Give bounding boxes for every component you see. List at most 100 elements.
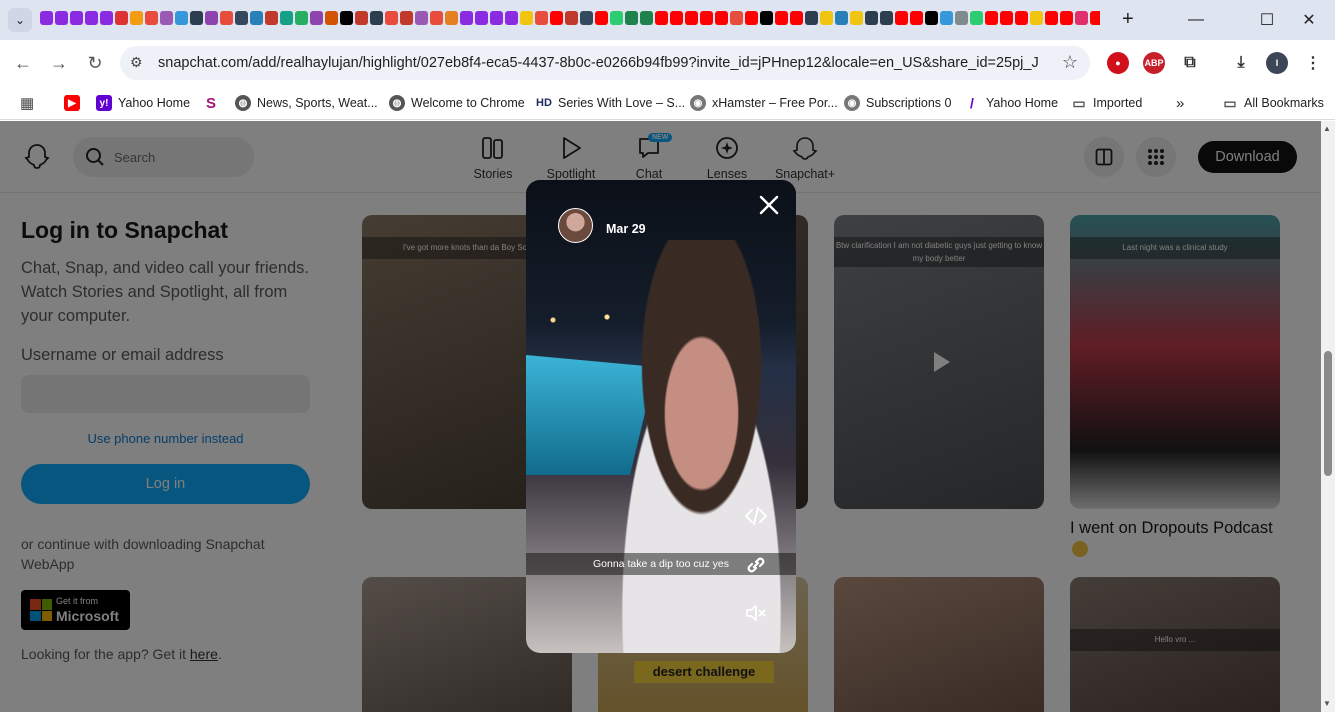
tab-favicon-icon[interactable] (490, 11, 503, 25)
tab-favicon-icon[interactable] (805, 11, 818, 25)
tab-favicon-icon[interactable] (520, 11, 533, 25)
tab-favicon-icon[interactable] (235, 11, 248, 25)
tab-favicon-icon[interactable] (430, 11, 443, 25)
tab-favicon-icon[interactable] (670, 11, 683, 25)
tab-favicon-icon[interactable] (100, 11, 113, 25)
tab-favicon-icon[interactable] (895, 11, 908, 25)
bookmark-star-icon[interactable]: ☆ (1062, 52, 1078, 73)
tab-favicon-icon[interactable] (1045, 11, 1058, 25)
site-info-icon[interactable]: ⚙ (130, 54, 143, 71)
tab-favicon-icon[interactable] (880, 11, 893, 25)
tab-favicon-icon[interactable] (355, 11, 368, 25)
back-button[interactable]: ← (10, 50, 36, 76)
tab-favicon-icon[interactable] (535, 11, 548, 25)
profile-icon[interactable]: I (1266, 52, 1288, 74)
tab-favicon-icon[interactable] (580, 11, 593, 25)
tab-favicon-icon[interactable] (730, 11, 743, 25)
bookmark-xhamster[interactable]: ◉ xHamster – Free Por... (690, 93, 838, 113)
tab-favicon-icon[interactable] (280, 11, 293, 25)
scroll-down-arrow[interactable]: ▼ (1323, 699, 1331, 708)
tab-search-button[interactable]: ⌄ (8, 8, 32, 32)
tab-favicon-icon[interactable] (40, 11, 53, 25)
bookmark-news-sports[interactable]: ◍ News, Sports, Weat... (235, 93, 378, 113)
tab-favicon-icon[interactable] (445, 11, 458, 25)
bookmark-yahoo-home-1[interactable]: y! Yahoo Home (96, 93, 190, 113)
tab-favicon-icon[interactable] (190, 11, 203, 25)
link-icon[interactable] (744, 553, 768, 577)
tab-favicon-icon[interactable] (985, 11, 998, 25)
bookmark-s[interactable]: S (203, 93, 219, 113)
address-url[interactable]: snapchat.com/add/realhaylujan/highlight/… (158, 55, 1038, 71)
reload-button[interactable]: ↻ (82, 50, 108, 76)
tab-favicon-icon[interactable] (745, 11, 758, 25)
scrollbar-thumb[interactable] (1324, 351, 1332, 476)
close-window-button[interactable]: ✕ (1295, 6, 1323, 34)
tab-favicon-icon[interactable] (715, 11, 728, 25)
tab-favicon-icon[interactable] (970, 11, 983, 25)
tab-favicon-icon[interactable] (910, 11, 923, 25)
maximize-button[interactable]: ☐ (1253, 6, 1281, 34)
tab-favicon-icon[interactable] (850, 11, 863, 25)
tab-favicon-icon[interactable] (475, 11, 488, 25)
tab-favicon-icon[interactable] (760, 11, 773, 25)
bookmark-youtube[interactable]: ▶ (64, 93, 80, 113)
tab-favicon-icon[interactable] (1090, 11, 1100, 25)
bookmark-welcome-chrome[interactable]: ◍ Welcome to Chrome (389, 93, 525, 113)
minimize-button[interactable]: — (1182, 6, 1210, 34)
apps-grid-icon[interactable]: ▦ (20, 93, 34, 113)
tab-favicon-icon[interactable] (640, 11, 653, 25)
bookmark-yahoo-home-2[interactable]: / Yahoo Home (964, 93, 1058, 113)
scroll-up-arrow[interactable]: ▲ (1323, 124, 1331, 133)
tab-favicon-icon[interactable] (775, 11, 788, 25)
tab-favicon-icon[interactable] (505, 11, 518, 25)
tab-favicon-icon[interactable] (370, 11, 383, 25)
extensions-puzzle-icon[interactable]: ⧉ (1179, 52, 1201, 74)
tab-favicon-icon[interactable] (205, 11, 218, 25)
tab-favicon-icon[interactable] (835, 11, 848, 25)
tab-favicon-icon[interactable] (145, 11, 158, 25)
tab-favicon-icon[interactable] (340, 11, 353, 25)
tab-favicon-icon[interactable] (565, 11, 578, 25)
adblock-red-icon[interactable]: ● (1107, 52, 1129, 74)
tab-favicon-icon[interactable] (415, 11, 428, 25)
tab-favicon-icon[interactable] (250, 11, 263, 25)
tab-favicon-icon[interactable] (1030, 11, 1043, 25)
tab-favicon-icon[interactable] (85, 11, 98, 25)
tab-favicon-icon[interactable] (160, 11, 173, 25)
address-bar[interactable]: ⚙ snapchat.com/add/realhaylujan/highligh… (120, 46, 1090, 80)
tab-favicon-icon[interactable] (865, 11, 878, 25)
avatar[interactable] (558, 208, 593, 243)
tab-favicon-icon[interactable] (175, 11, 188, 25)
tab-favicon-icon[interactable] (70, 11, 83, 25)
tab-favicon-icon[interactable] (610, 11, 623, 25)
tab-favicon-icon[interactable] (955, 11, 968, 25)
tab-favicon-icon[interactable] (820, 11, 833, 25)
tab-favicon-icon[interactable] (625, 11, 638, 25)
close-icon[interactable] (758, 194, 780, 216)
embed-code-icon[interactable] (744, 504, 768, 528)
tab-favicon-icon[interactable] (460, 11, 473, 25)
bookmark-subscriptions[interactable]: ◉ Subscriptions 0 (844, 93, 951, 113)
bookmark-imported[interactable]: ▭ Imported (1071, 93, 1142, 113)
tab-favicon-icon[interactable] (700, 11, 713, 25)
tab-favicon-icon[interactable] (385, 11, 398, 25)
browser-menu-icon[interactable]: ⋮ (1302, 52, 1324, 74)
tab-favicon-icon[interactable] (1060, 11, 1073, 25)
tab-favicon-icon[interactable] (115, 11, 128, 25)
tab-favicon-icon[interactable] (1075, 11, 1088, 25)
forward-button[interactable]: → (46, 50, 72, 76)
bookmark-series-with-love[interactable]: HD Series With Love – S... (536, 93, 685, 113)
page-scrollbar[interactable]: ▲ ▼ (1321, 121, 1335, 712)
tab-favicon-icon[interactable] (295, 11, 308, 25)
tab-favicon-icon[interactable] (940, 11, 953, 25)
tab-favicon-icon[interactable] (655, 11, 668, 25)
tab-favicon-icon[interactable] (220, 11, 233, 25)
downloads-icon[interactable]: ⤓ (1230, 52, 1252, 74)
tab-favicon-icon[interactable] (400, 11, 413, 25)
tab-favicons-row[interactable] (40, 11, 1100, 29)
tab-favicon-icon[interactable] (310, 11, 323, 25)
all-bookmarks[interactable]: ▭ All Bookmarks (1222, 93, 1324, 113)
tab-favicon-icon[interactable] (790, 11, 803, 25)
tab-favicon-icon[interactable] (265, 11, 278, 25)
more-bookmarks-button[interactable]: » (1176, 93, 1184, 113)
